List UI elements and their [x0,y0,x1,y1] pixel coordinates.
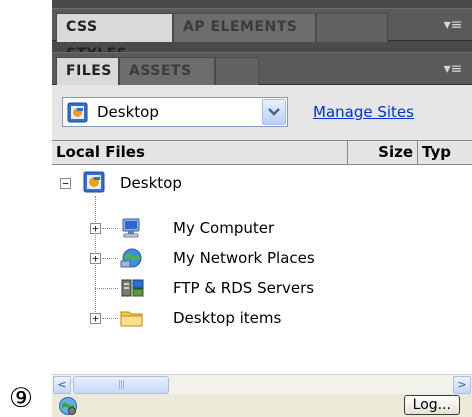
connection-status-icon[interactable] [58,396,78,416]
tab-files[interactable]: FILES [56,57,119,86]
manage-sites-link[interactable]: Manage Sites [313,103,414,121]
tree-guide [102,318,118,319]
folder-icon [120,311,143,327]
tab-ap-elements[interactable]: AP ELEMENTS [173,13,316,42]
tree-guide [102,258,118,259]
tab-empty [215,57,259,86]
tab-empty [316,13,388,42]
column-local-files[interactable]: Local Files [52,141,348,165]
tab-assets[interactable]: ASSETS [119,57,215,86]
desktop-site-icon [83,171,105,193]
network-places-icon [120,248,142,268]
site-chooser-bar: Desktop Manage Sites [52,85,472,140]
panel-tabbar-files: FILES ASSETS ▾≡ [52,52,472,86]
scroll-left-button[interactable]: < [53,376,71,394]
my-computer-icon [122,218,140,238]
horizontal-scrollbar[interactable]: < ||| > [52,374,472,394]
panel-options-icon[interactable]: ▾≡ [442,59,464,79]
site-select-value: Desktop [97,103,159,121]
callout-number: ⑨ [8,383,34,414]
expand-toggle[interactable]: + [90,253,101,264]
file-list: Local Files Size Typ − Desktop + My Comp… [52,140,472,375]
scroll-thumb[interactable]: ||| [73,376,169,394]
dropdown-button[interactable] [262,99,286,125]
column-size[interactable]: Size [348,141,418,165]
files-panel: CSS STYLES AP ELEMENTS ▾≡ FILES ASSETS ▾… [52,0,472,417]
collapse-toggle[interactable]: − [60,178,71,189]
tab-css-styles[interactable]: CSS STYLES [56,13,173,62]
panel-tabbar-top: CSS STYLES AP ELEMENTS ▾≡ [52,8,472,62]
log-button[interactable]: Log... [403,395,460,415]
scroll-right-button[interactable]: > [453,376,471,394]
panel-options-icon[interactable]: ▾≡ [442,15,464,35]
chevron-down-icon [268,108,280,116]
expand-toggle[interactable]: + [90,223,101,234]
expand-toggle[interactable]: + [90,313,101,324]
tree-root-label[interactable]: Desktop [120,168,182,198]
tree-item-ftp-servers[interactable]: FTP & RDS Servers [173,273,314,303]
tree-item-desktop-items[interactable]: Desktop items [173,303,281,333]
status-bar: Log... [52,394,472,417]
tree-item-network-places[interactable]: My Network Places [173,243,315,273]
tree-guide [102,228,118,229]
tree-guide [95,288,118,289]
ftp-servers-icon [121,279,144,297]
site-icon [67,102,88,123]
tree-item-my-computer[interactable]: My Computer [173,213,274,243]
column-type[interactable]: Typ [418,141,472,165]
site-select[interactable]: Desktop [62,97,288,127]
